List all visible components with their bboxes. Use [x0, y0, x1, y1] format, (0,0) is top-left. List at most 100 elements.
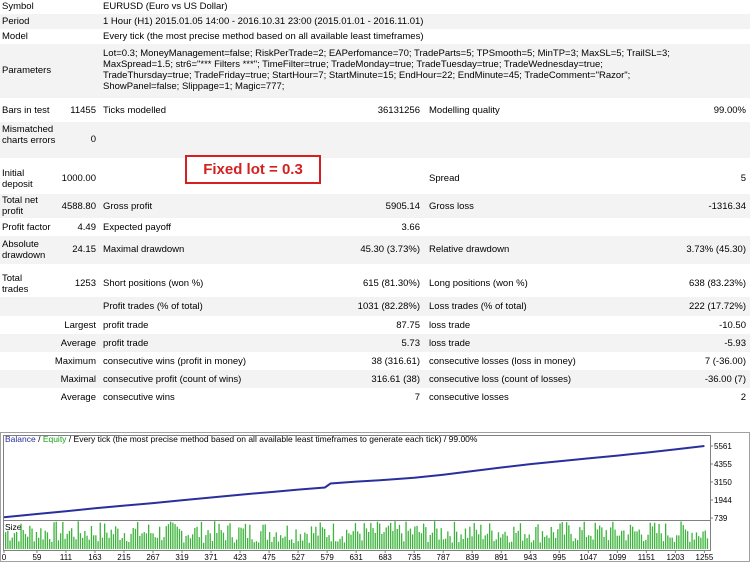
size-bar: [148, 524, 150, 549]
x-tick-label: 215: [117, 553, 131, 562]
size-bar: [511, 541, 513, 549]
x-tick-label: 59: [32, 553, 41, 562]
size-bar: [308, 542, 310, 549]
size-bar: [656, 533, 658, 549]
size-bar: [260, 531, 262, 549]
size-bar: [324, 528, 326, 549]
largest-profit-label: profit trade: [103, 320, 149, 331]
row-drawdown: Absolute drawdown 24.15 Maximal drawdown…: [0, 236, 750, 264]
size-bar: [420, 533, 423, 549]
size-bar: [282, 537, 284, 549]
maximal-loss-value: -36.00 (7): [704, 374, 746, 385]
size-bar: [442, 539, 445, 549]
size-bar: [262, 524, 264, 549]
row-profit-factor: Profit factor 4.49 Expected payoff 3.66: [0, 218, 750, 236]
size-bar: [629, 524, 632, 549]
size-bar: [684, 529, 687, 549]
size-bar: [185, 535, 187, 549]
size-bar: [273, 536, 275, 549]
size-bar: [577, 540, 579, 549]
size-bar: [548, 537, 550, 549]
size-bar: [687, 531, 689, 549]
average-consec-losses-value: 2: [740, 392, 746, 403]
size-bar: [497, 532, 500, 549]
size-bar: [394, 521, 396, 549]
y-tick-label: 739: [714, 514, 728, 523]
x-tick-label: 579: [320, 553, 334, 562]
size-bar: [482, 539, 484, 549]
size-bar: [480, 524, 482, 549]
size-bar: [475, 529, 478, 549]
size-bar: [9, 540, 11, 549]
x-tick-label: 371: [204, 553, 218, 562]
size-bar: [269, 532, 271, 549]
size-bar: [418, 532, 420, 549]
size-bar: [13, 533, 16, 549]
size-bar: [24, 534, 27, 549]
size-bar: [515, 533, 517, 549]
x-tick-label: 267: [146, 553, 160, 562]
size-bar: [416, 525, 418, 549]
fixed-lot-annotation: Fixed lot = 0.3: [185, 155, 321, 184]
size-bar: [570, 533, 572, 549]
size-bar: [682, 525, 684, 549]
size-bar: [295, 529, 297, 549]
maximum-label: Maximum: [54, 356, 96, 367]
row-largest: Largest profit trade 87.75 loss trade -1…: [0, 316, 750, 334]
size-bar: [693, 539, 695, 549]
size-bar: [200, 522, 203, 549]
size-bar: [429, 534, 431, 549]
row-average: Average profit trade 5.73 loss trade -5.…: [0, 334, 750, 352]
size-bar: [484, 535, 486, 549]
size-bar: [284, 536, 286, 549]
size-bar: [517, 530, 519, 549]
size-bar: [315, 526, 317, 549]
x-tick-label: 319: [175, 553, 189, 562]
mismatched-value: 0: [90, 134, 96, 145]
size-bar: [625, 540, 627, 549]
average-loss-label: loss trade: [429, 338, 471, 349]
parameters-line-4: ShowPanel=false; Slippage=1; Magic=777;: [103, 81, 285, 92]
size-bar: [264, 524, 266, 549]
row-total-trades: Total trades 1253 Short positions (won %…: [0, 264, 750, 297]
size-bar: [451, 542, 453, 549]
size-bar: [209, 533, 211, 549]
size-bar: [236, 539, 238, 549]
maximal-label: Maximal: [60, 374, 96, 385]
y-tick-label: 4355: [714, 460, 732, 469]
gross-profit-value: 5905.14: [385, 201, 420, 212]
size-bar: [299, 534, 302, 549]
size-bar: [313, 533, 315, 549]
x-tick-label: 1151: [638, 553, 656, 562]
profit-trades-label: Profit trades (% of total): [103, 301, 203, 312]
period-label: Period: [2, 16, 30, 27]
parameters-line-1: Lot=0.3; MoneyManagement=false; RiskPerT…: [103, 48, 670, 59]
absolute-drawdown-value: 24.15: [72, 244, 96, 255]
size-bar: [40, 528, 42, 549]
x-tick-label: 943: [524, 553, 538, 562]
size-bar: [247, 537, 249, 549]
balance-chart-svg: Balance / Equity / Every tick (the most …: [0, 432, 750, 562]
size-bar: [335, 541, 337, 549]
size-bar: [128, 542, 130, 549]
size-bar: [97, 541, 99, 549]
legend-balance: Balance: [5, 434, 36, 444]
size-bar: [676, 535, 678, 549]
size-bar: [266, 539, 269, 549]
size-bar: [167, 524, 170, 549]
size-bar: [196, 526, 198, 549]
size-bar: [504, 531, 506, 549]
size-bar: [198, 537, 200, 549]
size-bar: [297, 541, 299, 549]
row-maximum: Maximum consecutive wins (profit in mone…: [0, 352, 750, 370]
row-total-net-profit: Total net profit 4588.80 Gross profit 59…: [0, 194, 750, 218]
size-bar: [456, 531, 458, 549]
ticks-value: 36131256: [377, 105, 420, 116]
size-bar: [187, 535, 189, 549]
size-bar: [381, 533, 383, 549]
average-profit-value: 5.73: [401, 338, 421, 349]
size-bar: [528, 534, 530, 549]
size-bar: [526, 538, 528, 549]
size-bar: [231, 537, 233, 549]
size-bar: [227, 525, 229, 549]
